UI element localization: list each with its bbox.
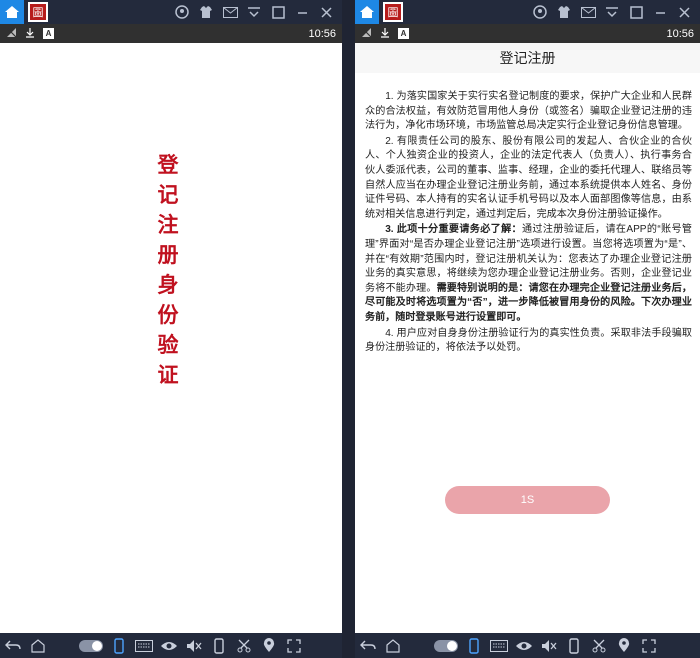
home-outline-icon[interactable] xyxy=(384,637,402,655)
emulator-titlebar: 圖 xyxy=(355,0,700,24)
keyboard-icon[interactable] xyxy=(490,637,508,655)
close-icon[interactable] xyxy=(318,4,334,20)
a-box-icon: A xyxy=(398,28,409,39)
phone-icon[interactable] xyxy=(210,637,228,655)
page-header: 登记注册 xyxy=(355,43,700,73)
menu-icon[interactable] xyxy=(604,4,620,20)
mail-icon[interactable] xyxy=(580,4,596,20)
splash-screen: 登记注册身份验证 xyxy=(0,43,342,633)
cut-icon[interactable] xyxy=(590,637,608,655)
download-icon xyxy=(380,27,390,41)
portrait-icon[interactable] xyxy=(110,637,128,655)
mail-icon[interactable] xyxy=(222,4,238,20)
fullscreen-icon[interactable] xyxy=(640,637,658,655)
splash-title: 登记注册身份验证 xyxy=(157,152,179,387)
cut-icon[interactable] xyxy=(235,637,253,655)
toggle-icon[interactable] xyxy=(79,639,103,652)
phone-icon[interactable] xyxy=(565,637,583,655)
notice-paragraph-2: 2. 有限责任公司的股东、股份有限公司的发起人、合伙企业的合伙人、个人独资企业的… xyxy=(365,135,692,220)
menu-icon[interactable] xyxy=(246,4,262,20)
app-badge-icon[interactable]: 圖 xyxy=(383,2,403,22)
emulator-titlebar: 圖 xyxy=(0,0,342,24)
minimize-icon[interactable] xyxy=(294,4,310,20)
android-status-bar: A 10:56 xyxy=(355,24,700,43)
restore-icon[interactable] xyxy=(270,4,286,20)
close-icon[interactable] xyxy=(676,4,692,20)
a-box-icon: A xyxy=(43,28,54,39)
emulator-controls xyxy=(532,4,700,20)
eye-icon[interactable] xyxy=(515,637,533,655)
user-icon[interactable] xyxy=(174,4,190,20)
left-emulator-window: 圖 A 10:56 登记注册身份验证 xyxy=(0,0,342,658)
notice-paragraph-4: 4. 用户应对自身身份注册验证行为的真实性负责。采取非法手段骗取身份注册验证的，… xyxy=(365,327,692,354)
home-outline-icon[interactable] xyxy=(29,637,47,655)
fullscreen-icon[interactable] xyxy=(285,637,303,655)
back-icon[interactable] xyxy=(4,637,22,655)
back-icon[interactable] xyxy=(359,637,377,655)
portrait-icon[interactable] xyxy=(465,637,483,655)
app-badge-icon[interactable]: 圖 xyxy=(28,2,48,22)
keyboard-icon[interactable] xyxy=(135,637,153,655)
countdown-button[interactable]: 1S xyxy=(445,486,610,514)
nav-spacer xyxy=(409,637,427,655)
emulator-controls xyxy=(174,4,342,20)
eye-icon[interactable] xyxy=(160,637,178,655)
emulator-navbar xyxy=(355,633,700,658)
pane-divider xyxy=(342,0,355,658)
shirt-icon[interactable] xyxy=(556,4,572,20)
home-icon[interactable] xyxy=(355,0,379,24)
right-emulator-window: 圖 A 10:56 登记注册 1. 为落实国家关于实行实名登记制度的要求，保护广… xyxy=(355,0,700,658)
nav-spacer xyxy=(54,637,72,655)
notice-paragraph-3: 3. 此项十分重要请务必了解：通过注册验证后，请在APP的“账号管理”界面对“是… xyxy=(365,223,692,325)
mute-icon[interactable] xyxy=(540,637,558,655)
download-icon xyxy=(25,27,35,41)
shirt-icon[interactable] xyxy=(198,4,214,20)
signal-off-icon xyxy=(6,27,17,41)
notice-content: 1. 为落实国家关于实行实名登记制度的要求，保护广大企业和人民群众的合法权益，有… xyxy=(365,90,692,357)
emulator-navbar xyxy=(0,633,342,658)
notice-p3-lead: 3. 此项十分重要请务必了解： xyxy=(385,224,522,236)
location-icon[interactable] xyxy=(615,637,633,655)
mute-icon[interactable] xyxy=(185,637,203,655)
status-time: 10:56 xyxy=(308,27,336,40)
status-time: 10:56 xyxy=(666,27,694,40)
notice-paragraph-1: 1. 为落实国家关于实行实名登记制度的要求，保护广大企业和人民群众的合法权益，有… xyxy=(365,91,692,132)
page-title: 登记注册 xyxy=(499,50,556,66)
user-icon[interactable] xyxy=(532,4,548,20)
minimize-icon[interactable] xyxy=(652,4,668,20)
home-icon[interactable] xyxy=(0,0,24,24)
location-icon[interactable] xyxy=(260,637,278,655)
restore-icon[interactable] xyxy=(628,4,644,20)
android-status-bar: A 10:56 xyxy=(0,24,342,43)
signal-off-icon xyxy=(361,27,372,41)
toggle-icon[interactable] xyxy=(434,639,458,652)
dual-emulator-screen: 圖 A 10:56 登记注册身份验证 圖 A 10:56 登记注册 1. 为落实… xyxy=(0,0,700,658)
